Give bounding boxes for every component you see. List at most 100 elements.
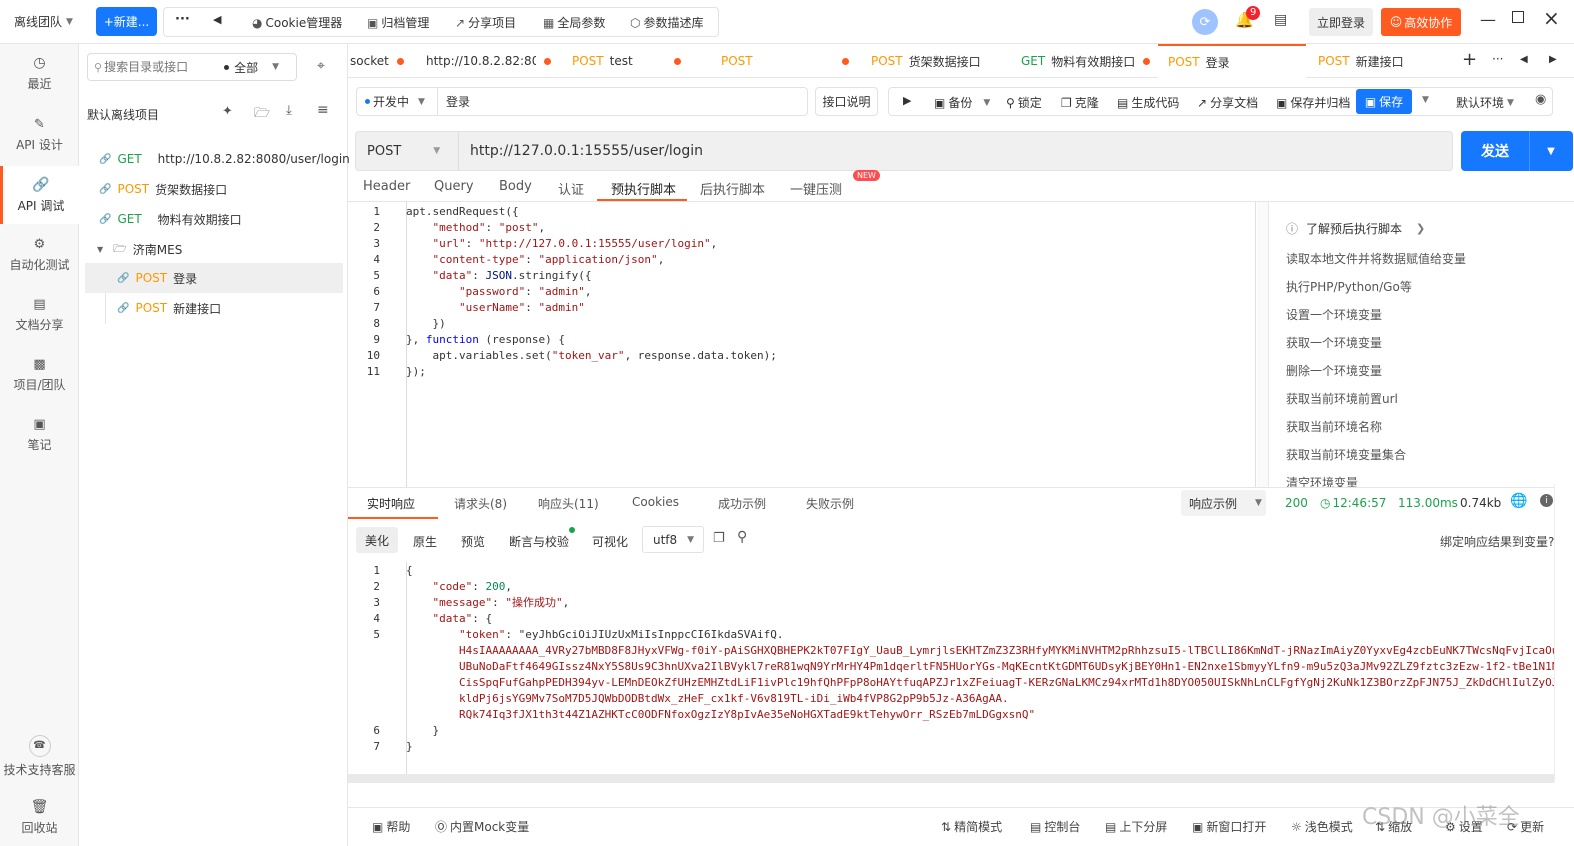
login-button[interactable]: 立即登录 xyxy=(1309,8,1373,36)
globe-icon[interactable]: 🌐 xyxy=(1510,493,1527,509)
locate-icon[interactable]: ⌖ xyxy=(317,58,325,74)
nav-api-design[interactable]: ✎ API 设计 xyxy=(0,106,79,164)
search-icon[interactable]: ⚲ xyxy=(737,529,747,545)
tab-response-headers[interactable]: 响应头(11) xyxy=(538,495,599,512)
param-library-button[interactable]: ⬡ 参数描述库 xyxy=(630,14,704,31)
tab-auth[interactable]: 认证 xyxy=(558,179,584,198)
horizontal-scrollbar[interactable] xyxy=(348,774,1554,783)
help-item[interactable]: 设置一个环境变量 xyxy=(1286,306,1382,323)
tab-right-icon[interactable]: ▶ xyxy=(1549,54,1557,65)
copy-icon[interactable]: ❐ xyxy=(713,531,725,546)
tab-new-api[interactable]: POST 新建接口 xyxy=(1316,44,1456,78)
tree-item[interactable]: 🔗 GET http://10.8.2.82:8080/user/login xyxy=(79,144,350,174)
encoding-select[interactable]: utf8 ▼ xyxy=(642,526,704,553)
tab-cookies[interactable]: Cookies xyxy=(632,495,679,509)
view-raw[interactable]: 原生 xyxy=(413,533,437,550)
help-item[interactable]: 清空环境变量 xyxy=(1286,474,1358,487)
nav-recent[interactable]: ◷ 最近 xyxy=(0,44,79,102)
more-icon[interactable]: ··· xyxy=(175,12,190,27)
response-example-select[interactable]: 响应示例 ▼ xyxy=(1181,490,1266,516)
vertical-scrollbar[interactable] xyxy=(1554,484,1574,782)
tree-folder[interactable]: ▼ 🗁 济南MES xyxy=(79,234,343,264)
archive-button[interactable]: ▣ 归档管理 xyxy=(367,14,429,31)
cookie-manager-button[interactable]: ◕ Cookie管理器 xyxy=(252,14,342,31)
tab-pre-script[interactable]: 预执行脚本 xyxy=(611,179,676,198)
tab-post-script[interactable]: 后执行脚本 xyxy=(700,179,765,198)
collab-button[interactable]: ☺ 高效协作 xyxy=(1381,8,1461,36)
tab-post[interactable]: POST xyxy=(719,44,849,78)
response-body[interactable]: 1{2 "code": 200, 3 "message": "操作成功", 4 "d… xyxy=(348,562,1574,774)
sort-icon[interactable]: ≡ xyxy=(317,102,329,118)
help-item[interactable]: 删除一个环境变量 xyxy=(1286,362,1382,379)
notes-icon[interactable]: ▤ xyxy=(1274,12,1287,28)
help-item[interactable]: 获取当前环境名称 xyxy=(1286,418,1382,435)
eye-icon[interactable]: ◉ xyxy=(1535,92,1546,107)
tab-login-active[interactable]: POST 登录 xyxy=(1158,44,1306,78)
bind-variable-link[interactable]: 绑定响应结果到变量? xyxy=(1440,533,1554,550)
method-select[interactable]: POST ▼ xyxy=(356,132,459,170)
tree-item[interactable]: 🔗 POST 新建接口 xyxy=(79,293,343,323)
nav-notes[interactable]: ▣ 笔记 xyxy=(0,406,79,464)
tab-test[interactable]: POST test xyxy=(570,44,700,78)
minimize-icon[interactable]: — xyxy=(1480,10,1496,29)
tree-item[interactable]: 🔗 POST 货架数据接口 xyxy=(79,174,343,204)
env-select[interactable]: 默认环境 ▼ xyxy=(1456,94,1514,111)
help-title-link[interactable]: ⓘ 了解预后执行脚本 ❯ xyxy=(1286,220,1425,237)
share-doc-button[interactable]: ↗ 分享文档 xyxy=(1197,94,1258,111)
api-name-input[interactable]: 登录 xyxy=(437,87,808,116)
tab-header[interactable]: Header xyxy=(363,179,410,194)
view-beautify[interactable]: 美化 xyxy=(356,527,398,553)
nav-automation[interactable]: ⚙ 自动化测试 xyxy=(0,226,79,284)
tab-material[interactable]: GET 物料有效期接口 xyxy=(1019,44,1159,78)
lock-button[interactable]: ⚲ 锁定 xyxy=(1006,94,1042,111)
add-tab-icon[interactable]: + xyxy=(1462,49,1477,70)
clone-button[interactable]: ❐ 克隆 xyxy=(1061,94,1099,111)
tab-live-response[interactable]: 实时响应 xyxy=(367,495,415,512)
tab-stress-test[interactable]: 一键压测 xyxy=(790,179,842,198)
backup-button[interactable]: ▣ 备份 ▼ xyxy=(934,94,990,111)
simple-mode-button[interactable]: ⇅ 精简模式 xyxy=(941,808,1002,845)
tree-item-active[interactable]: 🔗 POST 登录 xyxy=(85,263,343,293)
team-selector[interactable]: 离线团队 ▼ xyxy=(14,13,73,30)
save-archive-button[interactable]: ▣ 保存并归档 xyxy=(1276,94,1350,111)
script-editor[interactable]: 1 apt.sendRequest({2 "method": "post", 3 "… xyxy=(348,202,1256,487)
url-input[interactable]: http://127.0.0.1:15555/user/login xyxy=(460,132,1450,170)
tab-left-icon[interactable]: ◀ xyxy=(1520,54,1528,65)
run-icon[interactable]: ▶ xyxy=(903,94,911,107)
share-project-button[interactable]: ↗ 分享项目 xyxy=(455,14,516,31)
tab-shelf[interactable]: POST 货架数据接口 xyxy=(869,44,1009,78)
import-icon[interactable]: ✦ xyxy=(222,104,233,119)
new-button[interactable]: +新建... xyxy=(96,7,157,36)
tab-http[interactable]: http://10.8.2.82:808 xyxy=(424,44,554,78)
console-button[interactable]: ▤ 控制台 xyxy=(1030,808,1080,845)
tab-request-headers[interactable]: 请求头(8) xyxy=(454,495,507,512)
back-icon[interactable]: ◀ xyxy=(213,13,221,26)
search-input[interactable] xyxy=(104,60,223,74)
global-params-button[interactable]: ▦ 全局参数 xyxy=(543,14,605,31)
maximize-icon[interactable] xyxy=(1512,11,1524,23)
chevron-down-icon[interactable]: ▼ xyxy=(1530,146,1572,157)
editor-scrollbar[interactable] xyxy=(1257,202,1269,487)
nav-project[interactable]: ▩ 项目/团队 xyxy=(0,346,79,404)
help-item[interactable]: 获取一个环境变量 xyxy=(1286,334,1382,351)
tab-body[interactable]: Body xyxy=(499,179,532,194)
nav-doc-share[interactable]: ▤ 文档分享 xyxy=(0,286,79,344)
help-button[interactable]: ▣ 帮助 xyxy=(372,808,410,845)
nav-api-debug[interactable]: 🔗 API 调试 xyxy=(0,166,79,224)
tab-success-example[interactable]: 成功示例 xyxy=(718,495,766,512)
chevron-down-icon[interactable]: ▼ xyxy=(1422,95,1429,105)
env-status-select[interactable]: 开发中 ▼ xyxy=(356,87,438,116)
tab-query[interactable]: Query xyxy=(434,179,474,194)
new-folder-icon[interactable]: 🗁 xyxy=(254,104,270,126)
close-icon[interactable]: × xyxy=(1543,6,1560,30)
more-tabs-icon[interactable]: ··· xyxy=(1492,52,1503,66)
sync-icon[interactable]: ⟳ xyxy=(1192,9,1218,35)
help-item[interactable]: 读取本地文件并将数据赋值给变量 xyxy=(1286,250,1466,267)
help-item[interactable]: 执行PHP/Python/Go等 xyxy=(1286,278,1412,295)
tree-search[interactable]: ⚲ 全部 ▼ xyxy=(87,53,297,81)
help-item[interactable]: 获取当前环境变量集合 xyxy=(1286,446,1406,463)
tab-fail-example[interactable]: 失败示例 xyxy=(806,495,854,512)
gen-code-button[interactable]: ▤ 生成代码 xyxy=(1117,94,1179,111)
filter-select[interactable]: 全部 xyxy=(234,59,258,76)
mock-button[interactable]: Ⓞ 内置Mock变量 xyxy=(435,808,529,845)
